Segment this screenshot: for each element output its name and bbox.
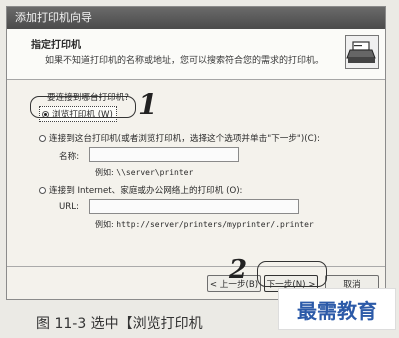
url-label: URL: bbox=[59, 202, 79, 212]
printer-name-input[interactable] bbox=[89, 147, 239, 162]
watermark-logo: 最需教育 bbox=[278, 288, 396, 330]
option-internet-printer[interactable]: 连接到 Internet、家庭或办公网络上的打印机 (O): bbox=[39, 184, 242, 196]
window-title: 添加打印机向导 bbox=[7, 7, 385, 29]
url-example-value: http://server/printers/myprinter/.printe… bbox=[116, 220, 314, 229]
url-example: 例如: http://server/printers/myprinter/.pr… bbox=[95, 219, 314, 230]
wizard-header: 指定打印机 如果不知道打印机的名称或地址，您可以搜索符合您的需求的打印机。 bbox=[7, 29, 385, 80]
radio-unchecked-icon[interactable] bbox=[39, 134, 46, 142]
name-example: 例如: \\server\printer bbox=[95, 167, 193, 178]
header-title: 指定打印机 bbox=[31, 40, 81, 51]
option-connect-label: 连接到这台打印机(或者浏览打印机，选择这个选项并单击"下一步")(C): bbox=[49, 134, 320, 144]
figure-caption: 图 11-3 选中【浏览打印机 bbox=[36, 316, 203, 332]
printer-icon bbox=[345, 35, 379, 69]
option-internet-label: 连接到 Internet、家庭或办公网络上的打印机 (O): bbox=[49, 186, 243, 196]
step2-number: 2 bbox=[229, 255, 248, 285]
header-description: 如果不知道打印机的名称或地址，您可以搜索符合您的需求的打印机。 bbox=[45, 56, 325, 66]
url-example-prefix: 例如: bbox=[95, 220, 114, 229]
printer-url-input[interactable] bbox=[89, 199, 299, 214]
option-connect-printer[interactable]: 连接到这台打印机(或者浏览打印机，选择这个选项并单击"下一步")(C): bbox=[39, 132, 320, 144]
radio-unchecked-icon[interactable] bbox=[39, 186, 46, 194]
step1-number: 1 bbox=[138, 88, 158, 121]
step2-highlight-ring bbox=[257, 261, 327, 287]
name-example-prefix: 例如: bbox=[95, 168, 114, 177]
step1-highlight-ring bbox=[30, 96, 136, 118]
add-printer-wizard-dialog: 添加打印机向导 指定打印机 如果不知道打印机的名称或地址，您可以搜索符合您的需求… bbox=[6, 6, 386, 300]
name-label: 名称: bbox=[59, 152, 80, 162]
name-example-value: \\server\printer bbox=[116, 168, 194, 177]
